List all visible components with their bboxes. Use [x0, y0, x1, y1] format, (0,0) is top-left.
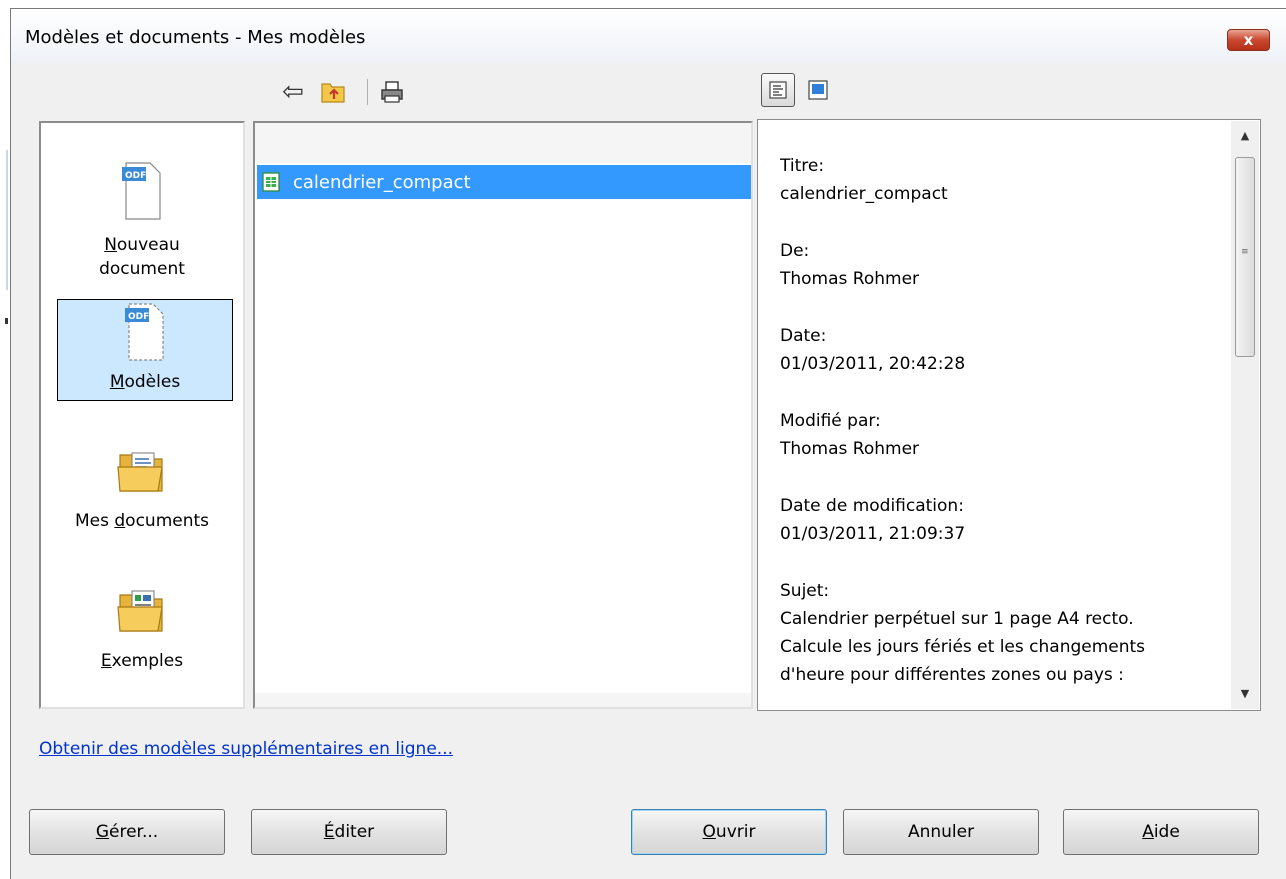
- button-label: diter: [334, 822, 375, 842]
- button-label: érer...: [109, 822, 159, 842]
- document-info-panel: Titre: calendrier_compact De: Thomas Roh…: [757, 119, 1261, 711]
- category-new-document[interactable]: ODF Nouveau document: [41, 161, 243, 281]
- print-icon[interactable]: [375, 75, 409, 109]
- folder-documents-icon: [117, 452, 163, 492]
- scroll-thumb[interactable]: ≡: [1235, 157, 1255, 357]
- odf-template-icon: ODF: [125, 303, 164, 361]
- background-mark: [6, 150, 8, 290]
- category-label: Nouveau: [104, 235, 180, 255]
- info-content: Titre: calendrier_compact De: Thomas Roh…: [780, 152, 1220, 718]
- info-author: De: Thomas Rohmer: [780, 237, 1220, 293]
- help-button[interactable]: Aide: [1063, 809, 1259, 855]
- info-subject: Sujet: Calendrier perpétuel sur 1 page A…: [780, 577, 1220, 689]
- button-label: Annuler: [907, 822, 975, 842]
- accelerator-key: O: [702, 822, 716, 842]
- info-label: Date de modification:: [780, 496, 964, 516]
- info-modified-by: Modifié par: Thomas Rohmer: [780, 407, 1220, 463]
- accelerator-key: A: [1142, 822, 1154, 842]
- info-value: d'heure pour différentes zones ou pays :: [780, 665, 1124, 685]
- folder-up-icon[interactable]: [317, 75, 351, 109]
- info-date: Date: 01/03/2011, 20:42:28: [780, 322, 1220, 378]
- online-templates-link[interactable]: Obtenir des modèles supplémentaires en l…: [39, 739, 453, 759]
- accelerator-key: G: [95, 822, 109, 842]
- info-modified-date: Date de modification: 01/03/2011, 21:09:…: [780, 492, 1220, 548]
- svg-text:ODF: ODF: [125, 171, 146, 181]
- background-mark: [5, 318, 8, 324]
- info-value: Thomas Rohmer: [780, 439, 920, 459]
- file-name: calendrier_compact: [293, 171, 471, 193]
- button-label: ide: [1153, 822, 1180, 842]
- info-value: 01/03/2011, 20:42:28: [780, 354, 966, 374]
- odf-document-icon: ODF: [122, 162, 161, 220]
- info-scrollbar[interactable]: ▲ ≡ ▼: [1231, 121, 1259, 709]
- file-list: calendrier_compact: [253, 121, 753, 709]
- open-button[interactable]: Ouvrir: [631, 809, 827, 855]
- category-label: Exemples: [100, 651, 184, 671]
- info-value: Thomas Rohmer: [780, 269, 920, 289]
- svg-text:ODF: ODF: [128, 312, 149, 322]
- category-list: ODF Nouveau document ODF Modèles Mes doc…: [39, 121, 245, 709]
- background-edge: [0, 0, 10, 879]
- info-value: Calcule les jours fériés et les changeme…: [780, 637, 1146, 657]
- back-arrow-icon[interactable]: ⇦: [276, 75, 310, 109]
- category-label: document: [99, 259, 185, 279]
- info-value: Calendrier perpétuel sur 1 page A4 recto…: [780, 609, 1134, 629]
- view-preview-icon[interactable]: [801, 73, 835, 107]
- info-label: Titre:: [780, 156, 825, 176]
- view-details-icon[interactable]: [761, 73, 795, 107]
- title-bar: Modèles et documents - Mes modèles x: [11, 9, 1286, 63]
- info-value: calendrier_compact: [780, 184, 948, 204]
- toolbar-separator: [367, 79, 368, 105]
- scroll-up-arrow-icon[interactable]: ▲: [1231, 121, 1259, 151]
- info-label: Modifié par:: [780, 411, 881, 431]
- info-label: Date:: [780, 326, 827, 346]
- folder-examples-icon: [117, 590, 163, 632]
- category-examples[interactable]: Exemples: [41, 585, 243, 673]
- info-value: 01/03/2011, 21:09:37: [780, 524, 966, 544]
- scroll-down-arrow-icon[interactable]: ▼: [1231, 679, 1259, 709]
- templates-dialog: Modèles et documents - Mes modèles x ⇦ O…: [10, 8, 1286, 879]
- list-item[interactable]: calendrier_compact: [257, 165, 751, 199]
- category-label: Mes documents: [74, 511, 210, 531]
- info-label: De:: [780, 241, 810, 261]
- file-list-header: [255, 123, 751, 163]
- spreadsheet-icon: [262, 172, 280, 192]
- close-button[interactable]: x: [1227, 29, 1270, 51]
- info-title: Titre: calendrier_compact: [780, 152, 1220, 208]
- button-label: uvrir: [715, 822, 756, 842]
- accelerator-key: É: [323, 822, 335, 842]
- category-label: Modèles: [109, 372, 181, 392]
- close-icon: x: [1243, 31, 1254, 49]
- window-title: Modèles et documents - Mes modèles: [25, 27, 366, 48]
- category-my-documents[interactable]: Mes documents: [41, 445, 243, 533]
- file-list-footer: [255, 693, 751, 707]
- grip-icon: ≡: [1241, 247, 1249, 257]
- edit-button[interactable]: Éditer: [251, 809, 447, 855]
- category-templates[interactable]: ODF Modèles: [57, 299, 233, 401]
- cancel-button[interactable]: Annuler: [843, 809, 1039, 855]
- manage-button[interactable]: Gérer...: [29, 809, 225, 855]
- info-label: Sujet:: [780, 581, 830, 601]
